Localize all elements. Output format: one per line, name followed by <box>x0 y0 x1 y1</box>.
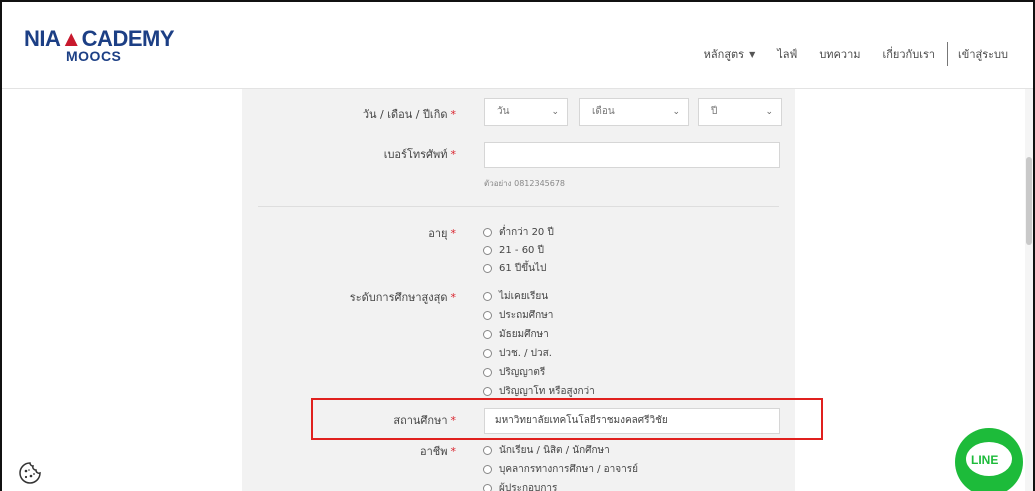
chevron-down-icon: ⌄ <box>672 107 680 117</box>
radio-circle <box>483 465 492 474</box>
section-divider <box>258 206 779 207</box>
age-option-61-plus[interactable]: 61 ปีขึ้นไป <box>483 261 546 276</box>
radio-circle <box>483 246 492 255</box>
age-option-under-20[interactable]: ต่ำกว่า 20 ปี <box>483 225 554 240</box>
occupation-option-entrepreneur[interactable]: ผู้ประกอบการ <box>483 481 557 491</box>
site-header: NIA▲CADEMY MOOCS หลักสูตร ▼ ไลฟ์ บทความ เ… <box>2 2 1033 89</box>
radio-circle <box>483 349 492 358</box>
education-label: ระดับการศึกษาสูงสุด * <box>349 291 456 304</box>
chevron-down-icon: ⌄ <box>765 107 773 117</box>
radio-circle <box>483 387 492 396</box>
radio-circle <box>483 368 492 377</box>
radio-circle <box>483 446 492 455</box>
education-option-bachelor[interactable]: ปริญญาตรี <box>483 365 545 380</box>
logo[interactable]: NIA▲CADEMY MOOCS <box>24 26 175 74</box>
logo-subtitle: MOOCS <box>66 48 122 64</box>
cookie-settings-icon[interactable] <box>18 461 42 485</box>
nav-item-about[interactable]: เกี่ยวกับเรา <box>883 45 936 63</box>
line-chat-button[interactable]: LINE <box>955 428 1023 491</box>
phone-hint: ตัวอย่าง 0812345678 <box>484 179 566 188</box>
radio-circle <box>483 311 492 320</box>
birth-month-select[interactable]: เดือน ⌄ <box>579 98 689 126</box>
scrollbar-thumb[interactable] <box>1026 157 1032 245</box>
birth-year-select[interactable]: ปี ⌄ <box>698 98 782 126</box>
birth-day-select[interactable]: วัน ⌄ <box>484 98 568 126</box>
login-link[interactable]: เข้าสู่ระบบ <box>958 45 1008 63</box>
line-label: LINE <box>971 453 999 467</box>
nav-item-live[interactable]: ไลฟ์ <box>777 45 797 63</box>
radio-circle <box>483 264 492 273</box>
radio-circle <box>483 228 492 237</box>
phone-input[interactable] <box>484 142 780 168</box>
age-option-21-60[interactable]: 21 - 60 ปี <box>483 243 544 258</box>
education-option-master-plus[interactable]: ปริญญาโท หรือสูงกว่า <box>483 384 595 399</box>
caret-down-icon: ▼ <box>749 49 756 59</box>
birthdate-label: วัน / เดือน / ปีเกิด * <box>362 108 456 121</box>
phone-label: เบอร์โทรศัพท์ * <box>383 148 456 161</box>
education-option-vocational[interactable]: ปวช. / ปวส. <box>483 346 552 361</box>
chevron-down-icon: ⌄ <box>551 107 559 117</box>
radio-circle <box>483 292 492 301</box>
radio-circle <box>483 330 492 339</box>
age-label: อายุ * <box>428 227 456 240</box>
nav-item-articles[interactable]: บทความ <box>819 45 860 63</box>
nav-item-courses[interactable]: หลักสูตร ▼ <box>704 45 756 63</box>
education-option-none[interactable]: ไม่เคยเรียน <box>483 289 548 304</box>
radio-circle <box>483 484 492 491</box>
nav-separator <box>947 42 949 66</box>
page-scrollbar[interactable] <box>1025 89 1033 491</box>
occupation-label: อาชีพ * <box>420 445 456 458</box>
education-option-primary[interactable]: ประถมศึกษา <box>483 308 553 323</box>
occupation-option-educator[interactable]: บุคลากรทางการศึกษา / อาจารย์ <box>483 462 638 477</box>
occupation-option-student[interactable]: นักเรียน / นิสิต / นักศึกษา <box>483 443 610 458</box>
education-option-secondary[interactable]: มัธยมศึกษา <box>483 327 549 342</box>
highlight-box <box>311 398 823 440</box>
main-nav: หลักสูตร ▼ ไลฟ์ บทความ เกี่ยวกับเรา เข้าส… <box>682 42 1008 66</box>
